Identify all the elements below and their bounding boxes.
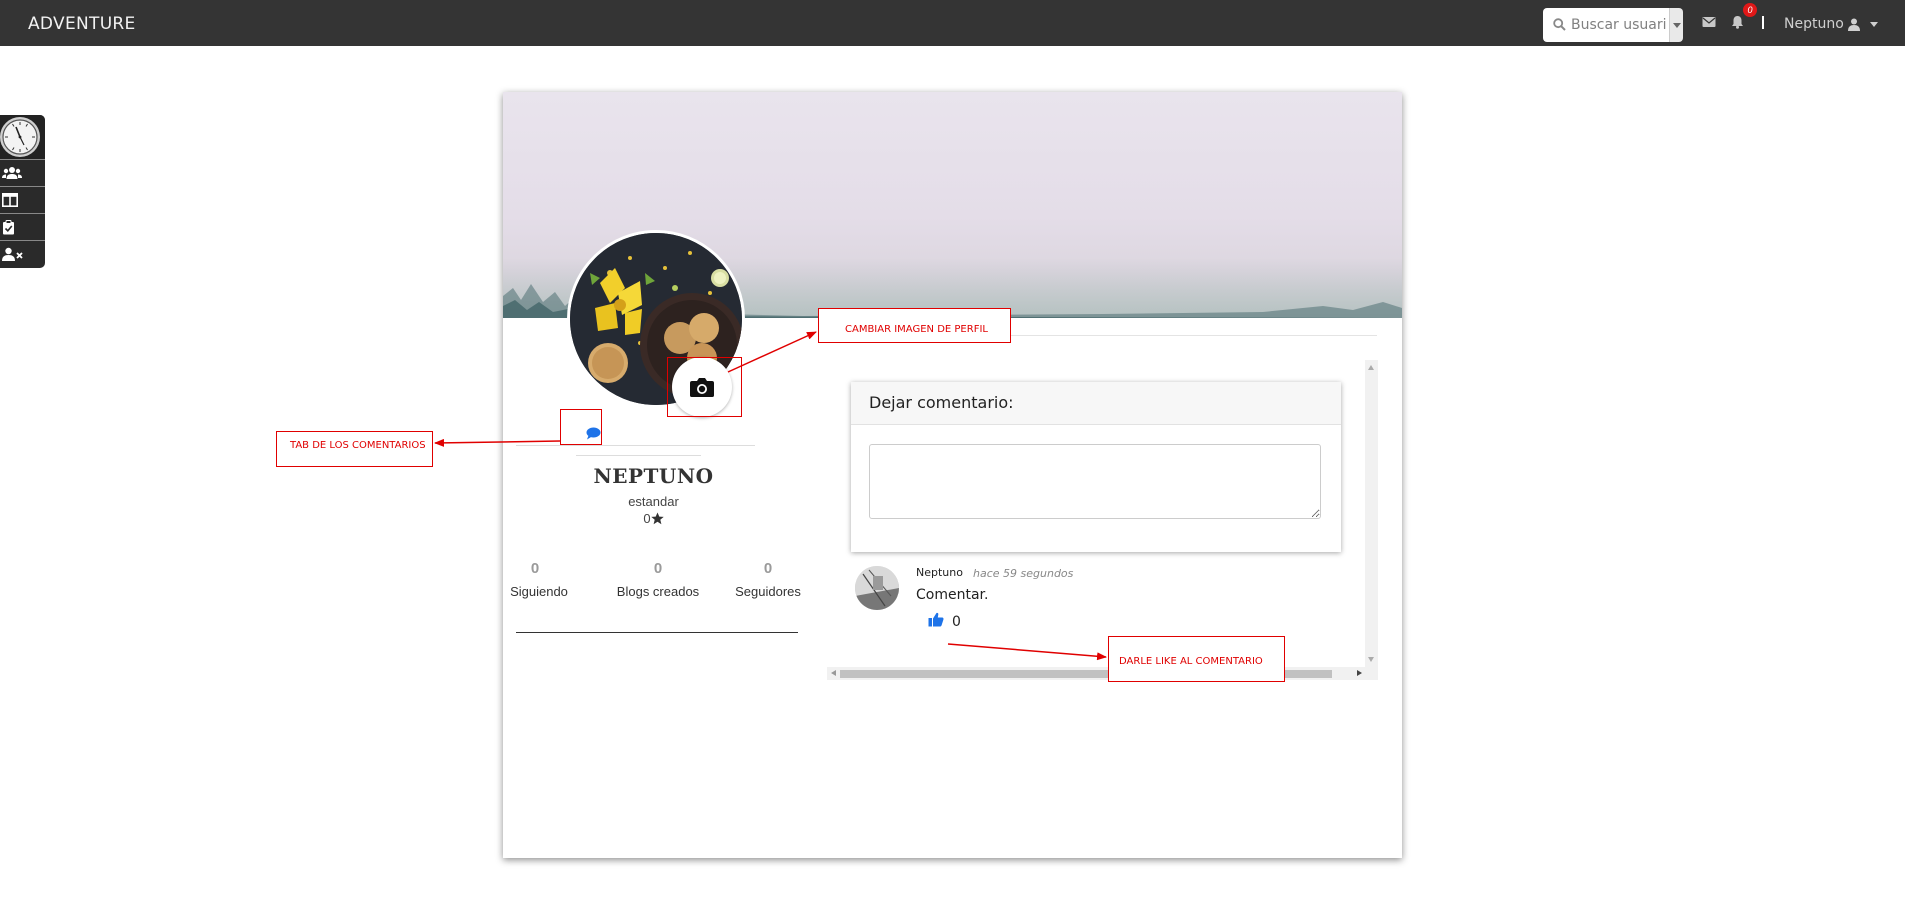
comment-time: hace 59 segundos (973, 567, 1074, 580)
scroll-right-arrow[interactable] (1357, 670, 1362, 676)
scroll-up-arrow[interactable] (1368, 365, 1374, 370)
stat-label: Seguidores (735, 584, 801, 599)
stars-count: 0 (643, 511, 651, 526)
annotation-change-image-label: CAMBIAR IMAGEN DE PERFIL (818, 308, 1011, 343)
stat-blogs: 0 Blogs creados (608, 560, 708, 599)
user-menu[interactable]: Neptuno (1784, 16, 1878, 32)
scroll-left-arrow[interactable] (831, 670, 836, 676)
envelope-icon[interactable] (1702, 16, 1716, 28)
comment-text: Comentar. (916, 587, 989, 603)
search-input[interactable] (1571, 13, 1667, 37)
stat-value: 0 (653, 560, 663, 577)
annotation-like-label: DARLE LIKE AL COMENTARIO (1108, 636, 1285, 682)
stat-value: 0 (763, 560, 773, 577)
tabs-divider (516, 445, 755, 446)
comment-like-count: 0 (952, 614, 961, 630)
notification-badge: 0 (1743, 3, 1757, 17)
profile-card: NEPTUNO estandar 0 0 Siguiendo 0 Blogs c… (503, 92, 1402, 858)
sidebar-item-columns[interactable] (0, 187, 45, 214)
annotation-camera-box (667, 357, 742, 417)
vertical-scrollbar[interactable] (1365, 360, 1378, 667)
bell-icon[interactable] (1731, 15, 1744, 29)
stats-divider (516, 632, 798, 633)
user-menu-name: Neptuno (1784, 16, 1844, 32)
profile-role: estandar (628, 494, 679, 509)
brand-logo[interactable]: ADVENTURE (28, 14, 136, 34)
chevron-down-icon (1869, 21, 1878, 27)
user-times-icon (2, 247, 23, 261)
comment-author[interactable]: Neptuno (916, 566, 963, 579)
comment-form-title: Dejar comentario: (851, 382, 1341, 425)
profile-stats: 0 Siguiendo 0 Blogs creados 0 Seguidores (503, 560, 803, 620)
search-box[interactable] (1543, 8, 1669, 42)
comments-panel[interactable]: Dejar comentario: Neptuno hace 59 segund… (827, 360, 1378, 680)
comment-avatar-image (855, 566, 899, 610)
stat-following: 0 Siguiendo (510, 560, 568, 599)
search-icon (1553, 18, 1566, 31)
page: ADVENTURE 0 Neptuno (0, 0, 1916, 906)
chevron-down-icon (1673, 23, 1681, 28)
sidebar-item-tasks[interactable] (0, 214, 45, 241)
stat-label: Siguiendo (510, 584, 568, 599)
stat-label: Blogs creados (616, 584, 700, 599)
users-icon (2, 167, 22, 179)
scroll-down-arrow[interactable] (1368, 657, 1374, 662)
sidebar-item-clock[interactable] (0, 115, 45, 160)
profile-stars: 0 (515, 511, 792, 526)
top-navbar: ADVENTURE 0 Neptuno (0, 0, 1905, 46)
like-icon[interactable] (928, 612, 944, 627)
comment-avatar (855, 566, 899, 610)
comment-form: Dejar comentario: (851, 382, 1341, 552)
annotation-tab-box (560, 409, 602, 445)
search-dropdown-toggle[interactable] (1669, 8, 1683, 42)
comment-textarea[interactable] (869, 444, 1321, 519)
stat-value: 0 (530, 560, 540, 577)
left-sidebar (0, 115, 45, 268)
user-icon (1847, 18, 1860, 31)
clock-icon (0, 117, 40, 157)
horizontal-scrollbar[interactable] (827, 667, 1378, 680)
annotation-comments-tab-label: TAB DE LOS COMENTARIOS (276, 431, 433, 467)
profile-username: NEPTUNO (593, 464, 714, 488)
sidebar-item-users[interactable] (0, 160, 45, 187)
navbar-divider (1762, 16, 1764, 29)
stat-followers: 0 Seguidores (733, 560, 803, 599)
sidebar-item-remove-user[interactable] (0, 241, 45, 268)
clipboard-check-icon (3, 220, 14, 235)
columns-icon (2, 193, 18, 207)
star-icon (650, 512, 664, 525)
